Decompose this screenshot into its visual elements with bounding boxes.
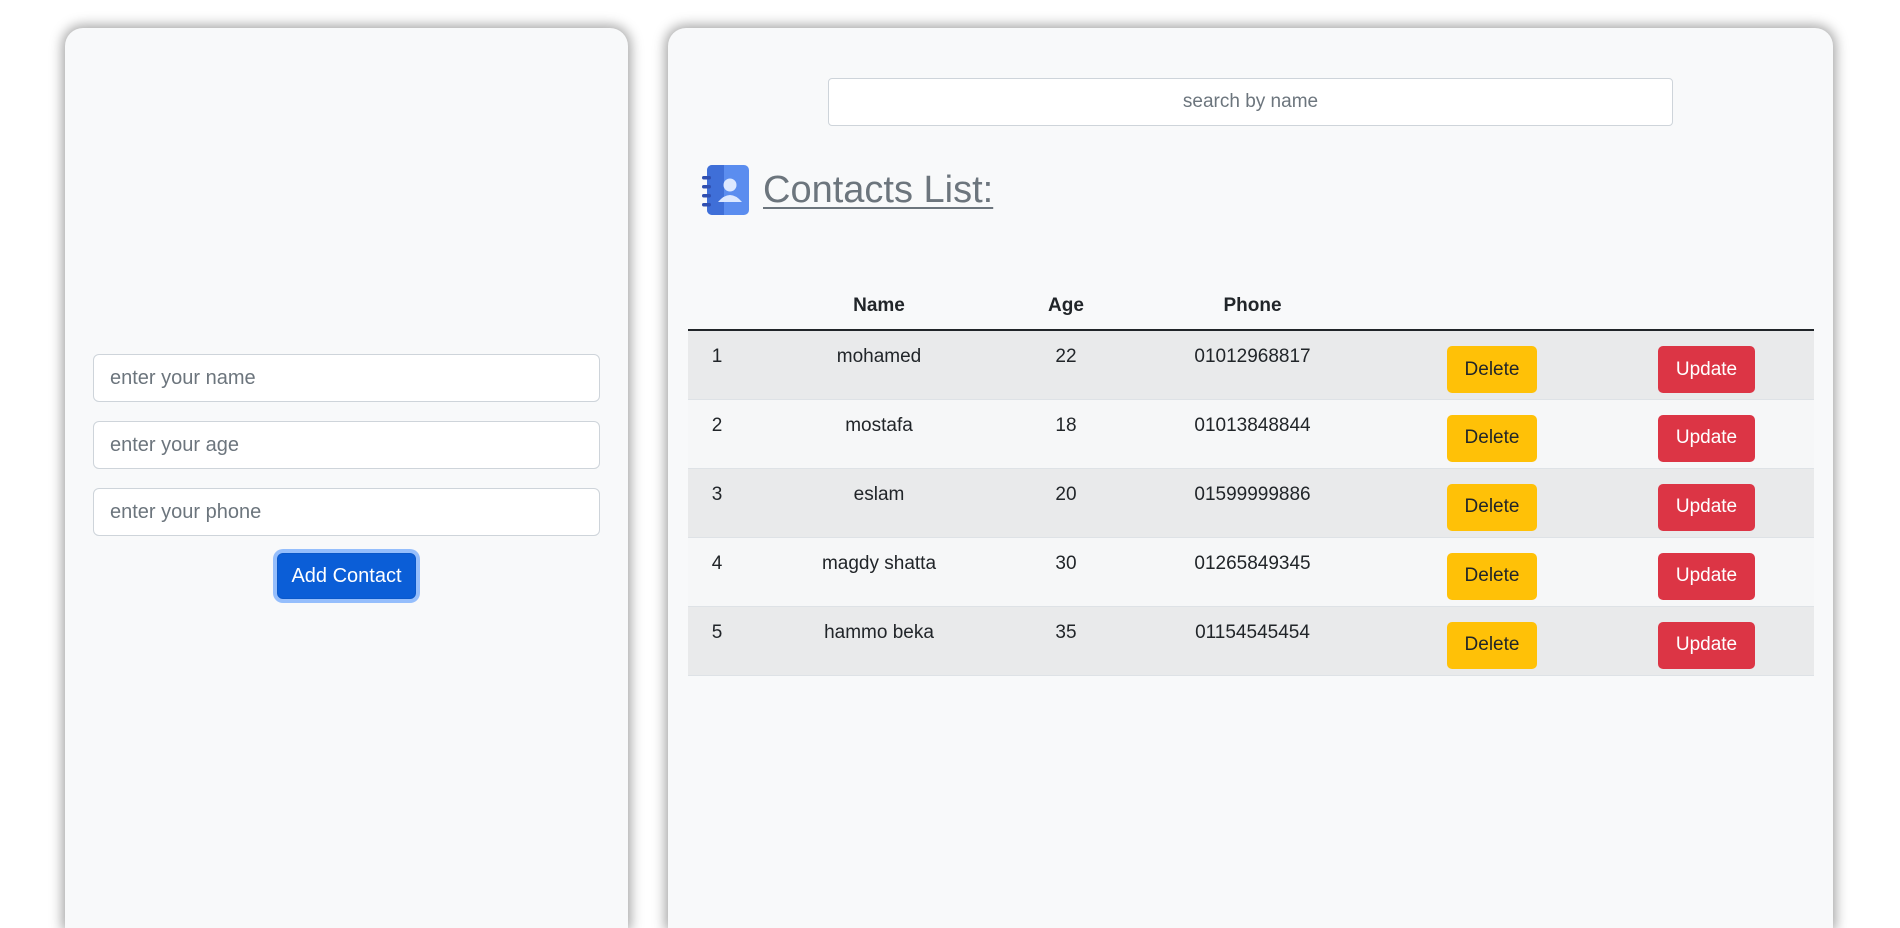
contact-phone: 01154545454 xyxy=(1120,606,1385,676)
contact-age: 22 xyxy=(1012,330,1120,400)
delete-cell: Delete xyxy=(1385,606,1599,676)
contact-name: magdy shatta xyxy=(746,537,1012,607)
contact-form: Add Contact xyxy=(93,354,600,599)
row-index: 4 xyxy=(688,537,746,607)
contact-book-icon xyxy=(702,165,749,215)
contact-phone: 01265849345 xyxy=(1120,537,1385,607)
add-contact-button[interactable]: Add Contact xyxy=(277,553,416,599)
delete-button[interactable]: Delete xyxy=(1447,414,1537,462)
contacts-heading: Contacts List: xyxy=(701,164,993,216)
column-header-phone: Phone xyxy=(1120,283,1385,331)
page-title: Contacts List: xyxy=(763,168,994,211)
contact-name: eslam xyxy=(746,468,1012,538)
column-header-index xyxy=(688,283,746,331)
age-input[interactable] xyxy=(93,421,600,469)
contact-age: 35 xyxy=(1012,606,1120,676)
contact-phone: 01013848844 xyxy=(1120,399,1385,469)
table-row: 4 magdy shatta 30 01265849345 Delete Upd… xyxy=(688,537,1814,607)
contact-name: hammo beka xyxy=(746,606,1012,676)
update-cell: Update xyxy=(1599,399,1814,469)
contact-name: mostafa xyxy=(746,399,1012,469)
update-button[interactable]: Update xyxy=(1658,414,1755,462)
contact-phone: 01012968817 xyxy=(1120,330,1385,400)
contact-age: 20 xyxy=(1012,468,1120,538)
contact-phone: 01599999886 xyxy=(1120,468,1385,538)
add-contact-panel: Add Contact xyxy=(65,28,628,928)
delete-cell: Delete xyxy=(1385,330,1599,400)
delete-cell: Delete xyxy=(1385,537,1599,607)
delete-button[interactable]: Delete xyxy=(1447,552,1537,600)
update-cell: Update xyxy=(1599,468,1814,538)
row-index: 3 xyxy=(688,468,746,538)
update-button[interactable]: Update xyxy=(1658,621,1755,669)
table-row: 2 mostafa 18 01013848844 Delete Update xyxy=(688,399,1814,469)
update-cell: Update xyxy=(1599,537,1814,607)
delete-button[interactable]: Delete xyxy=(1447,621,1537,669)
contacts-panel: Contacts List: Name Age Phone 1 mohamed … xyxy=(668,28,1833,928)
contact-name: mohamed xyxy=(746,330,1012,400)
column-header-age: Age xyxy=(1012,283,1120,331)
update-button[interactable]: Update xyxy=(1658,346,1755,393)
search-input[interactable] xyxy=(828,78,1673,126)
column-header-delete xyxy=(1385,283,1599,331)
table-row: 5 hammo beka 35 01154545454 Delete Updat… xyxy=(688,606,1814,676)
contact-age: 30 xyxy=(1012,537,1120,607)
row-index: 2 xyxy=(688,399,746,469)
row-index: 5 xyxy=(688,606,746,676)
update-button[interactable]: Update xyxy=(1658,483,1755,531)
table-header-row: Name Age Phone xyxy=(688,283,1814,331)
add-button-wrap: Add Contact xyxy=(93,553,600,599)
column-header-name: Name xyxy=(746,283,1012,331)
row-index: 1 xyxy=(688,330,746,400)
contact-age: 18 xyxy=(1012,399,1120,469)
update-cell: Update xyxy=(1599,330,1814,400)
delete-cell: Delete xyxy=(1385,399,1599,469)
delete-button[interactable]: Delete xyxy=(1447,483,1537,531)
delete-button[interactable]: Delete xyxy=(1447,346,1537,393)
update-cell: Update xyxy=(1599,606,1814,676)
table-row: 1 mohamed 22 01012968817 Delete Update xyxy=(688,330,1814,400)
contacts-table: Name Age Phone 1 mohamed 22 01012968817 … xyxy=(688,283,1814,676)
column-header-update xyxy=(1599,283,1814,331)
delete-cell: Delete xyxy=(1385,468,1599,538)
phone-input[interactable] xyxy=(93,488,600,536)
update-button[interactable]: Update xyxy=(1658,552,1755,600)
name-input[interactable] xyxy=(93,354,600,402)
table-row: 3 eslam 20 01599999886 Delete Update xyxy=(688,468,1814,538)
